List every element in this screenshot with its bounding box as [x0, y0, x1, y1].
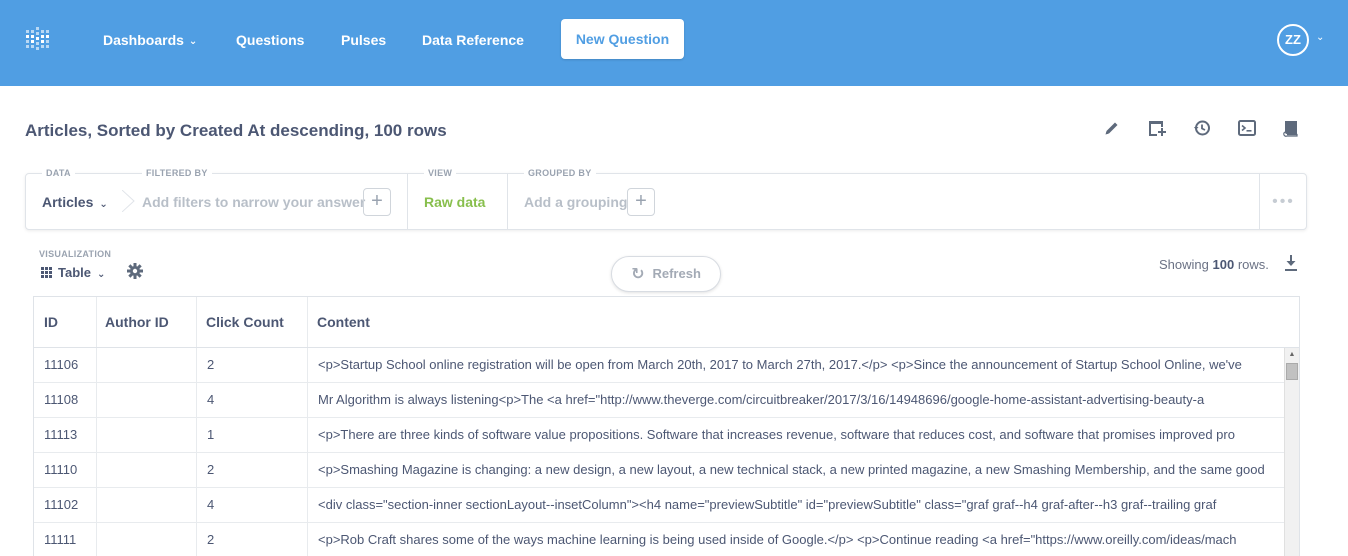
pencil-icon[interactable] [1102, 118, 1122, 138]
add-to-dashboard-icon[interactable] [1147, 118, 1167, 138]
scroll-up-arrow-icon[interactable]: ▲ [1285, 348, 1299, 362]
column-header-author-id[interactable]: Author ID [95, 297, 195, 347]
cell-click-count[interactable]: 2 [197, 453, 307, 487]
add-filter-button[interactable]: + [363, 188, 391, 216]
visualization-selector[interactable]: Table ⌄ [41, 265, 105, 280]
nav-questions[interactable]: Questions [236, 31, 304, 49]
history-icon[interactable] [1192, 118, 1212, 138]
column-header-id[interactable]: ID [34, 297, 96, 347]
table-grid-icon [41, 266, 52, 278]
cell-click-count[interactable]: 2 [197, 348, 307, 382]
cell-author-id[interactable] [96, 488, 196, 522]
cell-id[interactable]: 11106 [34, 348, 96, 382]
add-grouping-button[interactable]: + [627, 188, 655, 216]
data-source-selector[interactable]: Articles ⌄ [42, 194, 108, 210]
new-question-button[interactable]: New Question [561, 19, 684, 59]
page-title: Articles, Sorted by Created At descendin… [25, 121, 447, 140]
refresh-button[interactable]: ↻ Refresh [611, 256, 721, 292]
cell-id[interactable]: 11108 [34, 383, 96, 417]
chevron-down-icon: ⌄ [97, 269, 106, 280]
cell-click-count[interactable]: 4 [197, 383, 307, 417]
section-arrow-icon [121, 189, 136, 213]
cell-content[interactable]: <p>Smashing Magazine is changing: a new … [308, 453, 1284, 487]
cell-content[interactable]: <p>Startup School online registration wi… [308, 348, 1284, 382]
visualization-label: VISUALIZATION [39, 249, 112, 259]
table-row[interactable]: 11111 2 <p>Rob Craft shares some of the … [34, 523, 1284, 556]
cell-content[interactable]: Mr Algorithm is always listening<p>The <… [308, 383, 1284, 417]
sql-editor-icon[interactable] [1237, 118, 1257, 138]
refresh-icon: ↻ [631, 266, 645, 283]
view-section-label: VIEW [424, 168, 457, 178]
visualization-type: Table [58, 265, 91, 280]
cell-author-id[interactable] [96, 418, 196, 452]
cell-id[interactable]: 11111 [34, 523, 96, 556]
cell-author-id[interactable] [96, 383, 196, 417]
table-row[interactable]: 11110 2 <p>Smashing Magazine is changing… [34, 453, 1284, 488]
reference-book-icon[interactable] [1281, 118, 1301, 138]
cell-id[interactable]: 11110 [34, 453, 96, 487]
vertical-scrollbar[interactable]: ▲ [1284, 348, 1299, 556]
chevron-down-icon[interactable]: ⌄ [1316, 32, 1324, 43]
cell-author-id[interactable] [96, 453, 196, 487]
cell-id[interactable]: 11102 [34, 488, 96, 522]
table-row[interactable]: 11108 4 Mr Algorithm is always listening… [34, 383, 1284, 418]
results-table: ID Author ID Click Count Content 11106 2… [33, 296, 1300, 556]
group-section-label: GROUPED BY [524, 168, 596, 178]
table-row[interactable]: 11106 2 <p>Startup School online registr… [34, 348, 1284, 383]
scrollbar-thumb[interactable] [1286, 363, 1298, 380]
more-options-icon[interactable]: ••• [1259, 174, 1307, 229]
column-header-click-count[interactable]: Click Count [196, 297, 306, 347]
cell-content[interactable]: <p>There are three kinds of software val… [308, 418, 1284, 452]
metabase-logo-icon[interactable] [25, 27, 53, 55]
avatar[interactable]: ZZ [1277, 24, 1309, 56]
cell-content[interactable]: <p>Rob Craft shares some of the ways mac… [308, 523, 1284, 556]
top-nav: Dashboards ⌄ Questions Pulses Data Refere… [0, 0, 1348, 86]
filter-placeholder[interactable]: Add filters to narrow your answer [142, 194, 365, 210]
query-builder: DATA Articles ⌄ FILTERED BY Add filters t… [25, 168, 1307, 230]
data-source-value: Articles [42, 194, 94, 210]
column-header-content[interactable]: Content [307, 297, 607, 347]
row-count: Showing 100 rows. [1159, 257, 1269, 272]
row-count-suffix: rows. [1237, 257, 1269, 272]
view-selector[interactable]: Raw data [424, 194, 485, 210]
divider [407, 174, 408, 229]
chevron-down-icon: ⌄ [188, 36, 198, 47]
table-row[interactable]: 11113 1 <p>There are three kinds of soft… [34, 418, 1284, 453]
nav-data-reference[interactable]: Data Reference [422, 31, 524, 49]
cell-id[interactable]: 11113 [34, 418, 96, 452]
divider [507, 174, 508, 229]
row-count-prefix: Showing [1159, 257, 1209, 272]
cell-click-count[interactable]: 2 [197, 523, 307, 556]
refresh-label: Refresh [652, 266, 701, 281]
cell-author-id[interactable] [96, 523, 196, 556]
cell-content[interactable]: <div class="section-inner sectionLayout-… [308, 488, 1284, 522]
data-section-label: DATA [42, 168, 75, 178]
filter-section-label: FILTERED BY [142, 168, 212, 178]
download-icon[interactable] [1283, 254, 1299, 272]
cell-author-id[interactable] [96, 348, 196, 382]
grouping-placeholder[interactable]: Add a grouping [524, 194, 627, 210]
chevron-down-icon: ⌄ [99, 199, 108, 210]
cell-click-count[interactable]: 1 [197, 418, 307, 452]
nav-dashboards-label: Dashboards [103, 32, 184, 48]
nav-pulses[interactable]: Pulses [341, 31, 386, 49]
gear-icon[interactable] [126, 262, 144, 280]
cell-click-count[interactable]: 4 [197, 488, 307, 522]
table-row[interactable]: 11102 4 <div class="section-inner sectio… [34, 488, 1284, 523]
table-header: ID Author ID Click Count Content [34, 297, 1299, 348]
nav-dashboards[interactable]: Dashboards ⌄ [103, 31, 197, 51]
row-count-value: 100 [1212, 257, 1235, 272]
